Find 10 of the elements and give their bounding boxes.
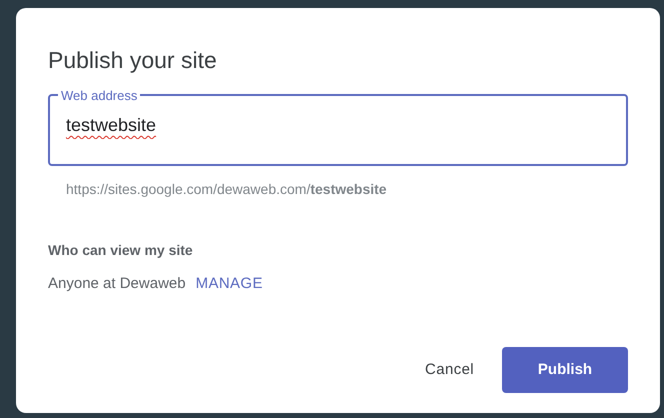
field-label: Web address [60, 88, 138, 102]
dialog-title: Publish your site [48, 46, 217, 75]
visibility-heading: Who can view my site [48, 240, 193, 260]
publish-button[interactable]: Publish [502, 347, 628, 393]
visibility-value: Anyone at Dewaweb [48, 274, 186, 294]
web-address-field[interactable]: Web address testwebsite [48, 88, 628, 166]
field-value[interactable]: testwebsite [66, 112, 598, 139]
manage-link[interactable]: MANAGE [196, 272, 263, 296]
cancel-button[interactable]: Cancel [415, 347, 484, 393]
url-preview: https://sites.google.com/dewaweb.com/testwebsite [66, 180, 387, 199]
